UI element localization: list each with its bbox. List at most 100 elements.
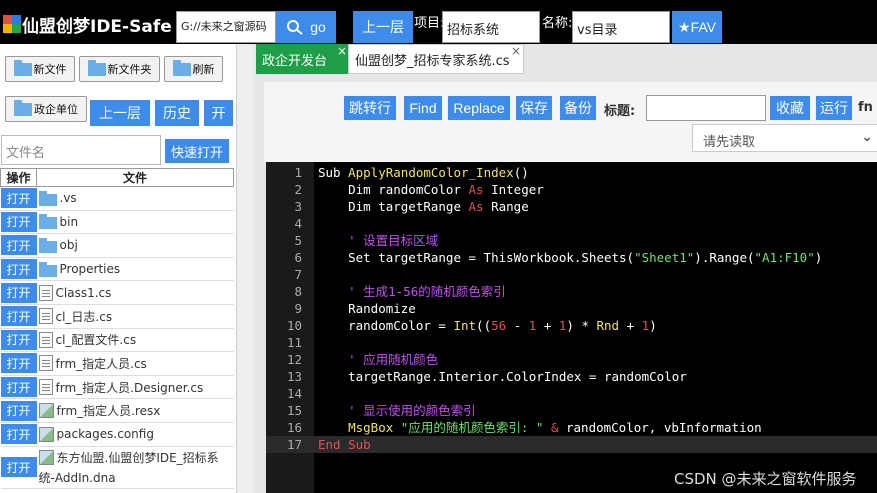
code-token: Sub (318, 165, 349, 180)
line-number: 13 (286, 369, 302, 384)
file-cell[interactable]: obj (36, 233, 234, 258)
open-file-button[interactable]: 打开 (0, 329, 37, 350)
line-number: 14 (286, 386, 302, 401)
new-file-button[interactable]: 新文件 (5, 56, 75, 82)
action-cell: 打开 (0, 280, 37, 305)
action-cell: 打开 (0, 446, 37, 489)
code-token: ).Range( (694, 250, 755, 265)
fav-button[interactable]: ★FAV (672, 11, 722, 43)
new-folder-button[interactable]: 新文件夹 (79, 56, 160, 82)
save-button[interactable]: 保存 (516, 96, 552, 120)
file-cell[interactable]: .vs (36, 186, 234, 211)
code-token: ' 应用随机颜色 (318, 352, 439, 367)
code-line: 11 (266, 334, 877, 351)
open-file-button[interactable]: 打开 (0, 188, 37, 209)
tab-code-file[interactable]: 仙盟创梦_招标专家系统.cs (348, 44, 524, 74)
file-cell[interactable]: bin (36, 210, 234, 235)
name-input[interactable]: vs目录 (572, 11, 670, 43)
file-name: cl_日志.cs (55, 309, 113, 324)
col-file-header: 文件 (36, 168, 234, 187)
file-cell[interactable]: packages.config (36, 422, 234, 447)
quick-open-button[interactable]: 快速打开 (165, 139, 229, 163)
code-line: 14 (266, 385, 877, 402)
open-file-button[interactable]: 打开 (0, 259, 37, 280)
file-table: 操作 文件 打开 .vs 打开 bin 打开 obj 打开 Properties 打开 Class… (0, 168, 234, 489)
new-folder-label: 新文件夹 (107, 63, 152, 76)
filename-input[interactable]: 文件名 (1, 135, 161, 165)
code-token: - (506, 318, 529, 333)
open-file-button[interactable]: 打开 (0, 282, 37, 303)
jump-line-button[interactable]: 跳转行 (344, 96, 396, 120)
file-name: packages.config (56, 427, 154, 442)
close-icon[interactable]: × (511, 44, 521, 58)
file-name: cl_配置文件.cs (55, 333, 137, 348)
file-name: frm_指定人员.resx (56, 404, 161, 419)
code-token: 56 (491, 318, 507, 333)
file-cell[interactable]: frm_指定人员.Designer.cs (36, 375, 234, 400)
file-cell[interactable]: frm_指定人员.cs (36, 351, 234, 376)
backup-button[interactable]: 备份 (560, 96, 596, 120)
line-number: 16 (286, 420, 302, 435)
line-number: 6 (294, 250, 302, 265)
open-file-button[interactable]: 打开 (0, 457, 37, 478)
collect-button[interactable]: 收藏 (770, 96, 810, 120)
sidebar-up-button[interactable]: 上一层 (90, 100, 150, 126)
code-token: (( (476, 318, 492, 333)
project-input[interactable]: 招标系统 (442, 11, 540, 43)
open-file-button[interactable]: 打开 (0, 353, 37, 374)
code-line: 17 End Sub (266, 436, 877, 453)
file-cell[interactable]: cl_配置文件.cs (36, 328, 234, 353)
search-icon (287, 20, 303, 35)
open-file-button[interactable]: 打开 (0, 377, 37, 398)
gov-unit-button[interactable]: 政企单位 (5, 96, 87, 122)
file-cell[interactable]: Properties (36, 257, 234, 282)
refresh-label: 刷新 (192, 63, 215, 76)
up-level-button[interactable]: 上一层 (353, 11, 413, 43)
close-icon[interactable]: × (337, 44, 347, 58)
tab-label: 仙盟创梦_招标专家系统.cs (355, 53, 510, 69)
open-file-button[interactable]: 打开 (0, 235, 37, 256)
line-number: 17 (286, 437, 302, 452)
open-file-button[interactable]: 打开 (0, 400, 37, 421)
path-input[interactable]: G://未来之窗源码 (176, 11, 276, 43)
refresh-button[interactable]: 刷新 (164, 56, 223, 82)
code-line: 13 targetRange.Interior.ColorIndex = ran… (266, 368, 877, 385)
file-name: obj (59, 238, 78, 253)
history-button[interactable]: 历史 (155, 100, 199, 126)
open-file-button[interactable]: 打开 (0, 211, 37, 232)
code-token: Dim targetRange (318, 199, 469, 214)
replace-button[interactable]: Replace (448, 96, 510, 120)
splitter-bar[interactable] (236, 44, 254, 493)
code-token: ' 设置目标区域 (318, 233, 439, 248)
code-editor[interactable]: 1 Sub ApplyRandomColor_Index() 2 Dim rando… (266, 162, 877, 493)
action-cell: 打开 (0, 210, 37, 235)
code-token: + (619, 318, 642, 333)
code-token: randomColor, vbInformation (558, 420, 762, 435)
find-button[interactable]: Find (404, 96, 442, 120)
action-cell: 打开 (0, 304, 37, 329)
folder-icon (172, 59, 191, 76)
table-row: 打开 frm_指定人员.Designer.cs (0, 375, 234, 400)
file-cell[interactable]: Class1.cs (36, 280, 234, 305)
run-button[interactable]: 运行 (816, 96, 852, 120)
table-row: 打开 cl_配置文件.cs (0, 328, 234, 353)
file-cell[interactable]: cl_日志.cs (36, 304, 234, 329)
file-cell[interactable]: 东方仙盟.仙盟创梦IDE_招标系 统-AddIn.dna (36, 446, 234, 489)
folder-icon (14, 99, 32, 116)
file-name: .vs (59, 191, 77, 206)
open-file-button[interactable]: 打开 (0, 424, 37, 445)
template-select[interactable]: 请先读取 ⌄ (692, 124, 877, 152)
editor-toolbar: 跳转行 Find Replace 保存 备份 标题: 收藏 运行 fn 请先读取… (264, 82, 877, 162)
file-cell[interactable]: frm_指定人员.resx (36, 398, 234, 423)
open-folder-button[interactable]: 开 (204, 100, 233, 126)
file-name: bin (59, 214, 79, 229)
go-button[interactable]: go (276, 11, 336, 43)
name-label: 名称: (542, 16, 573, 31)
code-token: End Sub (318, 437, 371, 452)
code-line: 15 ' 显示使用的颜色索引 (266, 402, 877, 419)
line-number: 2 (294, 182, 302, 197)
title-input[interactable] (646, 95, 766, 121)
open-file-button[interactable]: 打开 (0, 306, 37, 327)
tab-dev-console[interactable]: 政企开发台 (256, 44, 348, 74)
action-cell: 打开 (0, 186, 37, 211)
